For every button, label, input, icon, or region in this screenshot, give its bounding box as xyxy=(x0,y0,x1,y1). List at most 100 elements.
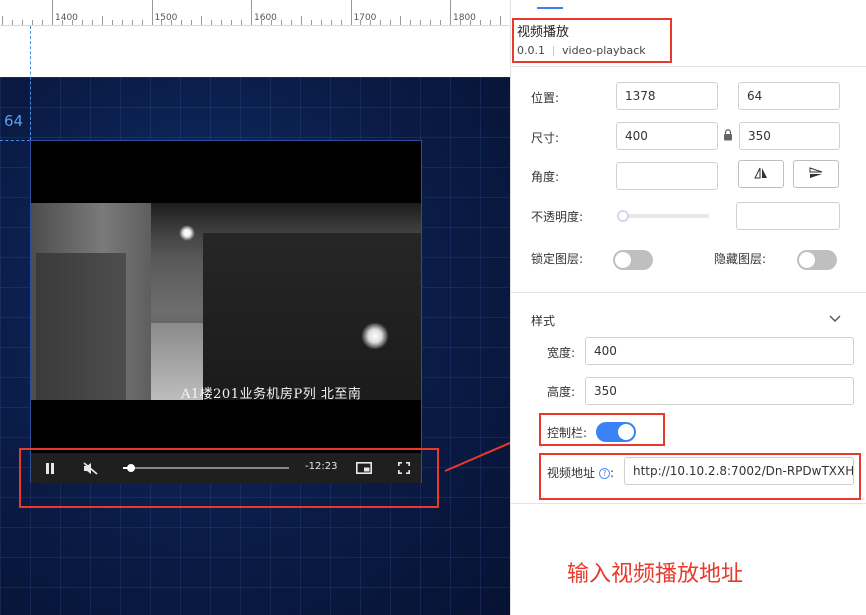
annotation-text: 输入视频播放地址 xyxy=(567,562,744,587)
pause-icon[interactable] xyxy=(39,453,61,483)
chevron-down-icon[interactable] xyxy=(829,312,841,326)
style-height-label: 高度: xyxy=(547,385,576,399)
help-icon[interactable]: ? xyxy=(599,468,611,479)
canvas-margin xyxy=(0,26,510,77)
lock-icon[interactable] xyxy=(721,128,735,142)
style-width-input[interactable]: 400 xyxy=(585,337,854,365)
opacity-slider[interactable] xyxy=(621,214,709,218)
size-width-input[interactable]: 400 xyxy=(616,122,718,150)
position-x-input[interactable]: 1378 xyxy=(616,82,718,110)
canvas-area: 1400 1500 1600 1700 1800 64 A1楼201业务机房P列 北至南 xyxy=(0,0,510,615)
size-label: 尺寸: xyxy=(531,131,560,145)
ruler-tick xyxy=(231,20,233,25)
position-y-input[interactable]: 64 xyxy=(738,82,840,110)
video-url-label-colon: : xyxy=(610,466,615,480)
position-label: 位置: xyxy=(531,91,560,105)
vertical-guide-line xyxy=(30,26,31,140)
component-id: video-playback xyxy=(562,44,646,57)
angle-input[interactable] xyxy=(616,162,718,190)
ruler-tick xyxy=(181,20,183,25)
toggle-knob xyxy=(615,252,631,268)
video-url-label-text: 视频地址 xyxy=(547,466,596,480)
component-meta: 0.0.1 video-playback xyxy=(517,44,646,57)
video-widget[interactable]: A1楼201业务机房P列 北至南 -12:23 xyxy=(30,140,422,483)
opacity-label: 不透明度: xyxy=(531,210,584,224)
horizontal-guide-line xyxy=(0,140,30,141)
video-url-label: 视频地址?: xyxy=(547,464,614,481)
ruler-tick xyxy=(32,20,34,25)
ruler-tick xyxy=(111,20,113,25)
style-height-input[interactable]: 350 xyxy=(585,377,854,405)
video-progress-handle[interactable] xyxy=(127,464,136,472)
ruler-label: 1500 xyxy=(154,13,178,23)
ruler-tick xyxy=(141,20,143,25)
size-height-input[interactable]: 350 xyxy=(739,122,840,150)
ruler-tick xyxy=(52,0,53,25)
ruler-tick xyxy=(211,20,213,25)
ruler-tick xyxy=(221,20,223,25)
ruler-tick xyxy=(340,20,342,25)
hide-layer-toggle[interactable] xyxy=(797,250,837,270)
video-url-input[interactable]: http://10.10.2.8:7002/Dn-RPDwTXXH5M xyxy=(624,457,854,485)
ruler-tick xyxy=(131,20,133,25)
ruler-tick xyxy=(12,20,14,25)
ruler-tick xyxy=(280,20,282,25)
style-section-title[interactable]: 样式 xyxy=(531,312,555,329)
component-version: 0.0.1 xyxy=(517,44,545,57)
fullscreen-icon[interactable] xyxy=(393,453,415,483)
ruler-tick xyxy=(400,16,402,25)
video-scene-racks xyxy=(203,233,421,400)
ruler-tick xyxy=(2,16,4,25)
ruler-tick xyxy=(241,20,243,25)
video-control-bar: -12:23 xyxy=(31,453,421,483)
toggle-knob xyxy=(799,252,815,268)
panel-divider xyxy=(511,292,866,293)
flip-vertical-button[interactable] xyxy=(793,160,839,188)
opacity-input[interactable] xyxy=(736,202,840,230)
ruler-tick xyxy=(350,0,352,25)
volume-muted-icon[interactable] xyxy=(79,453,101,483)
video-caption: A1楼201业务机房P列 北至南 xyxy=(181,387,362,400)
ruler-tick xyxy=(151,0,153,25)
ruler-tick xyxy=(290,20,292,25)
flip-horizontal-button[interactable] xyxy=(738,160,784,188)
ruler-tick xyxy=(430,20,432,25)
controls-toggle[interactable] xyxy=(596,422,636,442)
panel-divider xyxy=(511,503,866,504)
ruler-tick xyxy=(499,16,501,25)
panel-divider xyxy=(511,66,866,67)
opacity-slider-handle[interactable] xyxy=(617,210,629,222)
video-frame: A1楼201业务机房P列 北至南 xyxy=(31,203,421,400)
ruler-label: 1700 xyxy=(353,13,377,23)
ruler-tick xyxy=(440,20,442,25)
properties-panel: 视频播放 0.0.1 video-playback 位置: 1378 64 尺寸:… xyxy=(510,0,866,615)
ruler-tick xyxy=(300,16,302,25)
video-progress-bar[interactable] xyxy=(123,464,289,472)
ruler-tick xyxy=(450,0,451,25)
coordinate-label: 64 xyxy=(4,112,24,130)
ruler-tick xyxy=(410,20,412,25)
ruler-label: 1400 xyxy=(55,13,78,23)
ruler-tick xyxy=(101,16,103,25)
ruler-tick xyxy=(42,20,44,25)
ruler-tick xyxy=(380,20,382,25)
ruler-tick xyxy=(330,20,332,25)
ruler-tick xyxy=(310,20,312,25)
toggle-knob xyxy=(618,424,634,440)
ruler-tick xyxy=(201,16,203,25)
video-scene-light xyxy=(179,225,195,241)
hide-layer-label: 隐藏图层: xyxy=(714,252,767,266)
video-remaining-time: -12:23 xyxy=(305,461,338,472)
video-scene-rack xyxy=(36,253,126,400)
ruler-label: 1800 xyxy=(453,13,476,23)
picture-in-picture-icon[interactable] xyxy=(353,453,375,483)
ruler-tick xyxy=(320,20,322,25)
ruler-tick xyxy=(191,20,193,25)
horizontal-ruler: 1400 1500 1600 1700 1800 xyxy=(0,0,510,26)
panel-active-tab-indicator xyxy=(537,7,563,9)
ruler-tick xyxy=(489,20,491,25)
ruler-tick xyxy=(121,20,123,25)
lock-layer-toggle[interactable] xyxy=(613,250,653,270)
ruler-tick xyxy=(22,20,24,25)
ruler-tick xyxy=(251,0,252,25)
